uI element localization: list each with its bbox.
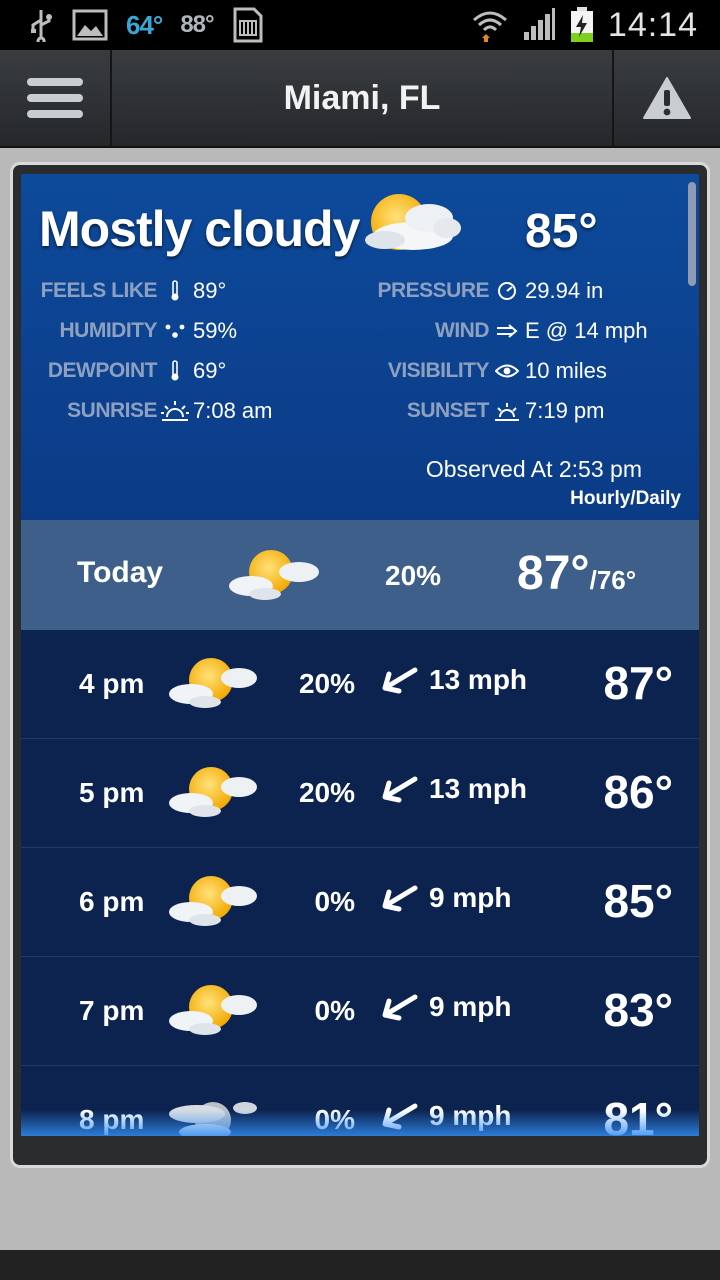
wind-direction-arrow-icon: [382, 667, 418, 694]
mostly-cloudy-icon: [169, 767, 257, 817]
image-icon: [72, 9, 108, 41]
scroll-edge-glow: [21, 1110, 699, 1136]
stat-label: SUNRISE: [67, 399, 157, 422]
hourly-row[interactable]: 6 pm 0% 9 mph 85°: [21, 848, 699, 957]
mostly-cloudy-icon: [229, 550, 319, 600]
wind-info: 13 mph: [379, 664, 527, 696]
app-header: Miami, FL: [0, 50, 720, 148]
weather-frame: Mostly cloudy 85° FEELS LIKE 89° HUMIDIT…: [10, 162, 710, 1168]
stat-pressure: PRESSURE 29.94 in: [351, 278, 603, 304]
wind-speed: 13 mph: [429, 773, 528, 804]
low-temp-value: /76°: [589, 565, 637, 595]
precip-chance: 20%: [298, 777, 355, 808]
hourly-row[interactable]: 5 pm 20% 13 mph 86°: [21, 739, 699, 848]
humidity-icon: [157, 321, 193, 341]
status-temp-secondary: 88°: [180, 11, 214, 38]
status-bar: 64° 88° 14:14: [0, 0, 720, 50]
wind-info: 9 mph: [379, 882, 511, 914]
mostly-cloudy-icon: [365, 194, 461, 250]
stat-label: DEWPOINT: [47, 359, 158, 382]
warning-icon: [643, 77, 691, 119]
sunrise-icon: [157, 399, 193, 423]
current-conditions: Mostly cloudy 85° FEELS LIKE 89° HUMIDIT…: [21, 174, 699, 520]
hour-temp: 85°: [603, 875, 673, 927]
stat-label: WIND: [435, 319, 490, 342]
precip-chance: 0%: [314, 995, 355, 1026]
weather-panel[interactable]: Mostly cloudy 85° FEELS LIKE 89° HUMIDIT…: [21, 174, 699, 1136]
hourly-row[interactable]: 4 pm 20% 13 mph 87°: [21, 630, 699, 739]
wind-direction-arrow-icon: [382, 776, 418, 803]
hamburger-menu-icon: [27, 78, 83, 118]
wifi-icon: [472, 11, 507, 42]
stat-label: PRESSURE: [377, 279, 489, 302]
signal-icon: [523, 8, 555, 40]
wind-speed: 9 mph: [429, 991, 512, 1022]
stat-feels-like: FEELS LIKE 89°: [21, 278, 227, 304]
current-temperature: 85°: [525, 205, 598, 258]
precip-chance: 20%: [385, 560, 442, 591]
wind-direction-arrow-icon: [382, 994, 418, 1021]
hourly-list: 4 pm 20% 13 mph 87° 5 pm 20% 13 mph 86° 6 pm 0% 9 …: [21, 630, 699, 1136]
stat-label: FEELS LIKE: [40, 279, 158, 302]
wind-speed: 13 mph: [429, 664, 528, 695]
hour-time: 5 pm: [79, 777, 145, 808]
hourly-row[interactable]: 7 pm 0% 9 mph 83°: [21, 957, 699, 1066]
stat-value: 69°: [193, 358, 227, 383]
stat-label: HUMIDITY: [59, 319, 158, 342]
stat-label: VISIBILITY: [387, 359, 490, 382]
high-temp-value: 87°: [517, 547, 590, 600]
wind-direction-arrow-icon: [382, 885, 418, 912]
bottom-bar: [0, 1250, 720, 1280]
status-temp-primary: 64°: [126, 9, 163, 40]
stat-sunrise: SUNRISE 7:08 am: [21, 398, 273, 424]
today-row[interactable]: Today 20% 87°/76°: [21, 520, 699, 630]
hour-time: 7 pm: [79, 995, 145, 1026]
stat-value: 7:08 am: [193, 398, 273, 423]
stat-humidity: HUMIDITY 59%: [21, 318, 238, 344]
day-label: Today: [77, 556, 164, 589]
alerts-button[interactable]: [612, 50, 720, 146]
hourly-daily-toggle[interactable]: Hourly/Daily: [570, 488, 681, 510]
thermometer-icon: [157, 280, 193, 302]
sunset-icon: [489, 399, 525, 423]
sd-card-icon: [233, 7, 263, 43]
menu-button[interactable]: [0, 50, 112, 146]
wind-info: 13 mph: [379, 773, 527, 805]
stat-value: E @ 14 mph: [525, 318, 648, 343]
observed-time: Observed At 2:53 pm: [425, 456, 642, 482]
scrollbar[interactable]: [688, 182, 696, 286]
hour-time: 6 pm: [79, 886, 145, 917]
mostly-cloudy-icon: [169, 658, 257, 708]
high-temp: 87°/76°: [517, 546, 636, 601]
stat-visibility: VISIBILITY 10 miles: [351, 358, 607, 384]
status-time: 14:14: [607, 5, 698, 44]
precip-chance: 0%: [314, 886, 355, 917]
gauge-icon: [489, 281, 525, 301]
hour-temp: 86°: [603, 766, 673, 818]
hour-time: 4 pm: [79, 668, 145, 699]
mostly-cloudy-icon: [169, 876, 257, 926]
eye-icon: [489, 363, 525, 379]
stat-value: 7:19 pm: [525, 398, 605, 423]
mostly-cloudy-icon: [169, 985, 257, 1035]
stat-dewpoint: DEWPOINT 69°: [21, 358, 226, 384]
page-title: Miami, FL: [283, 78, 441, 117]
stat-value: 59%: [193, 318, 238, 343]
stat-value: 29.94 in: [525, 278, 604, 303]
precip-chance: 20%: [298, 668, 355, 699]
stat-wind: WIND E @ 14 mph: [351, 318, 648, 344]
stat-label: SUNSET: [406, 399, 490, 422]
battery-charging-icon: [570, 7, 593, 42]
usb-icon: [31, 10, 52, 42]
hour-temp: 87°: [603, 657, 673, 709]
condition-text: Mostly cloudy: [39, 201, 360, 257]
stat-value: 10 miles: [525, 358, 607, 383]
wind-info: 9 mph: [379, 991, 511, 1023]
stat-sunset: SUNSET 7:19 pm: [351, 398, 605, 424]
hour-temp: 83°: [603, 984, 673, 1036]
wind-icon: [489, 323, 525, 339]
wind-speed: 9 mph: [429, 882, 512, 913]
thermometer-icon: [157, 360, 193, 382]
stat-value: 89°: [193, 278, 227, 303]
